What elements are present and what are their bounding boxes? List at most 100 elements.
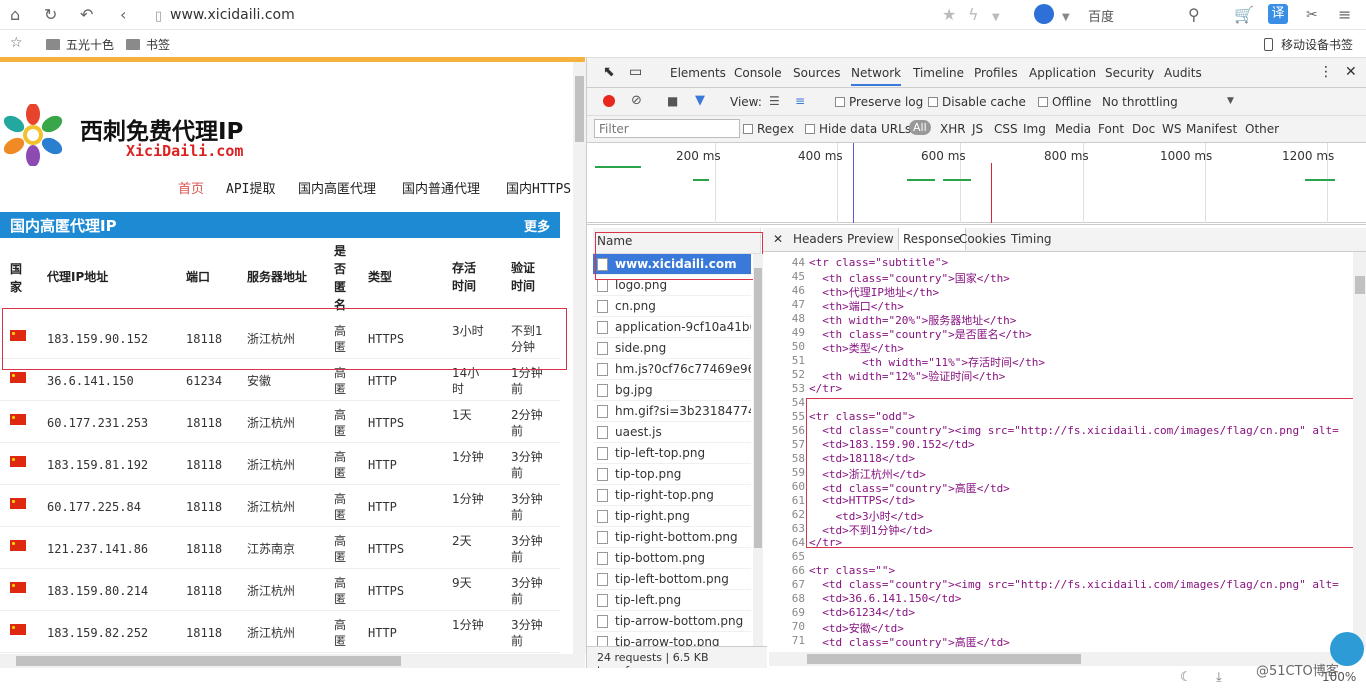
request-row[interactable]: tip-right.png — [593, 506, 751, 527]
zoom-level[interactable]: 100% — [1322, 670, 1356, 684]
more-options-icon[interactable]: ⋮ — [1319, 64, 1333, 80]
request-row[interactable]: cn.png — [593, 296, 751, 317]
type-css[interactable]: CSS — [994, 122, 1018, 136]
request-row[interactable]: tip-left-bottom.png — [593, 569, 751, 590]
type-js[interactable]: JS — [972, 122, 983, 136]
tab-timeline[interactable]: Timeline — [913, 66, 964, 80]
request-row[interactable]: side.png — [593, 338, 751, 359]
nav-wn[interactable]: 国内HTTPS — [506, 178, 571, 197]
request-row[interactable]: tip-top.png — [593, 464, 751, 485]
type-doc[interactable]: Doc — [1132, 122, 1155, 136]
scroll-thumb[interactable] — [807, 654, 1081, 664]
filter-input[interactable] — [594, 119, 740, 138]
clear-icon[interactable]: ⊘ — [631, 93, 642, 108]
nav-api[interactable]: API提取 — [226, 178, 275, 197]
tab-application[interactable]: Application — [1029, 66, 1096, 80]
camera-icon[interactable]: ■ — [667, 94, 678, 108]
hide-data-urls-checkbox[interactable]: Hide data URLs — [805, 122, 911, 136]
reload-icon[interactable]: ↻ — [44, 6, 57, 24]
close-detail-icon[interactable]: ✕ — [773, 232, 783, 246]
request-row[interactable]: tip-right-top.png — [593, 485, 751, 506]
tab-audits[interactable]: Audits — [1164, 66, 1202, 80]
request-row[interactable]: hm.gif?si=3b23184774... — [593, 401, 751, 422]
tab-headers[interactable]: Headers — [793, 232, 843, 246]
engine-chevron-icon[interactable]: ▼ — [1062, 9, 1070, 27]
tab-sources[interactable]: Sources — [793, 66, 840, 80]
waterfall-view-icon[interactable]: ≡ — [795, 94, 805, 108]
inspect-icon[interactable]: ⬉ — [603, 64, 615, 80]
address-bar[interactable]: www.xicidaili.com — [170, 7, 295, 23]
mobile-bookmarks[interactable]: 移动设备书签 — [1264, 36, 1353, 53]
moon-icon[interactable]: ☾ — [1180, 670, 1192, 685]
chevron-down-icon[interactable]: ▼ — [992, 9, 1000, 27]
cart-icon[interactable]: 🛒 — [1234, 6, 1254, 24]
nav-home[interactable]: 首页 — [178, 178, 204, 197]
network-overview[interactable]: 200 ms 400 ms 600 ms 800 ms 1000 ms 1200… — [587, 143, 1366, 223]
close-icon[interactable]: ✕ — [1345, 64, 1357, 80]
type-all[interactable]: All — [909, 120, 931, 135]
tab-elements[interactable]: Elements — [670, 66, 726, 80]
undo-icon[interactable]: ↶ — [80, 6, 93, 24]
request-row[interactable]: hm.js?0cf76c77469e96... — [593, 359, 751, 380]
tab-security[interactable]: Security — [1105, 66, 1154, 80]
tab-preview[interactable]: Preview — [847, 232, 894, 246]
request-row[interactable]: tip-arrow-bottom.png — [593, 611, 751, 632]
page-horizontal-scrollbar[interactable] — [0, 654, 585, 668]
search-engine-label[interactable]: 百度 — [1088, 6, 1114, 25]
list-scrollbar[interactable] — [753, 254, 763, 648]
tab-profiles[interactable]: Profiles — [974, 66, 1018, 80]
record-icon[interactable] — [603, 95, 615, 107]
type-img[interactable]: Img — [1023, 122, 1046, 136]
tab-cookies[interactable]: Cookies — [959, 232, 1006, 246]
type-manifest[interactable]: Manifest — [1186, 122, 1237, 136]
request-row[interactable]: tip-bottom.png — [593, 548, 751, 569]
disable-cache-checkbox[interactable]: Disable cache — [928, 95, 1026, 109]
more-link[interactable]: 更多 — [524, 216, 550, 235]
type-media[interactable]: Media — [1055, 122, 1091, 136]
type-font[interactable]: Font — [1098, 122, 1124, 136]
bookmark-folder-2[interactable]: 书签 — [126, 36, 170, 53]
translate-icon[interactable]: 译 — [1268, 4, 1288, 24]
bookmark-folder-1[interactable]: 五光十色 — [46, 36, 114, 53]
code-scrollbar[interactable] — [1353, 252, 1366, 648]
scroll-thumb[interactable] — [16, 656, 401, 666]
request-row[interactable]: tip-left.png — [593, 590, 751, 611]
request-row[interactable]: bg.jpg — [593, 380, 751, 401]
request-row[interactable]: uaest.js — [593, 422, 751, 443]
tab-response[interactable]: Response — [898, 228, 966, 250]
scroll-thumb[interactable] — [754, 268, 762, 548]
home-icon[interactable]: ⌂ — [10, 6, 20, 24]
throttling-select[interactable]: No throttling — [1102, 95, 1178, 109]
filter-icon[interactable]: ▼ — [695, 93, 705, 108]
nav-nt[interactable]: 国内普通代理 — [402, 178, 480, 197]
bookmark-star-icon[interactable]: ☆ — [10, 35, 23, 51]
throttling-chevron-icon[interactable]: ▼ — [1227, 96, 1234, 106]
tab-console[interactable]: Console — [734, 66, 782, 80]
menu-icon[interactable]: ≡ — [1338, 6, 1351, 24]
requests-list: Name www.xicidaili.com logo.png cn.png appl… — [593, 228, 761, 656]
request-row[interactable]: tip-left-top.png — [593, 443, 751, 464]
tab-timing[interactable]: Timing — [1011, 232, 1052, 246]
scroll-thumb[interactable] — [575, 76, 584, 142]
offline-checkbox[interactable]: Offline — [1038, 95, 1091, 109]
list-view-icon[interactable]: ☰ — [769, 94, 780, 108]
type-ws[interactable]: WS — [1162, 122, 1181, 136]
star-icon[interactable]: ★ — [942, 6, 956, 24]
regex-checkbox[interactable]: Regex — [743, 122, 794, 136]
nav-nn[interactable]: 国内高匿代理 — [298, 178, 376, 197]
type-other[interactable]: Other — [1245, 122, 1279, 136]
type-xhr[interactable]: XHR — [940, 122, 966, 136]
paw-icon[interactable] — [1034, 4, 1054, 24]
request-row[interactable]: tip-right-bottom.png — [593, 527, 751, 548]
scissors-icon[interactable]: ✂ — [1306, 6, 1318, 24]
tab-network[interactable]: Network — [851, 66, 902, 86]
scroll-thumb[interactable] — [1355, 276, 1365, 294]
flash-icon[interactable]: ϟ — [968, 6, 979, 24]
device-icon[interactable]: ▭ — [629, 64, 642, 80]
page-vertical-scrollbar[interactable] — [573, 62, 586, 654]
search-icon[interactable]: ⚲ — [1188, 6, 1200, 24]
download-icon[interactable]: ⤓ — [1216, 670, 1222, 685]
preserve-log-checkbox[interactable]: Preserve log — [835, 95, 923, 109]
back-icon[interactable]: ‹ — [120, 6, 126, 24]
request-row[interactable]: application-9cf10a41b6... — [593, 317, 751, 338]
